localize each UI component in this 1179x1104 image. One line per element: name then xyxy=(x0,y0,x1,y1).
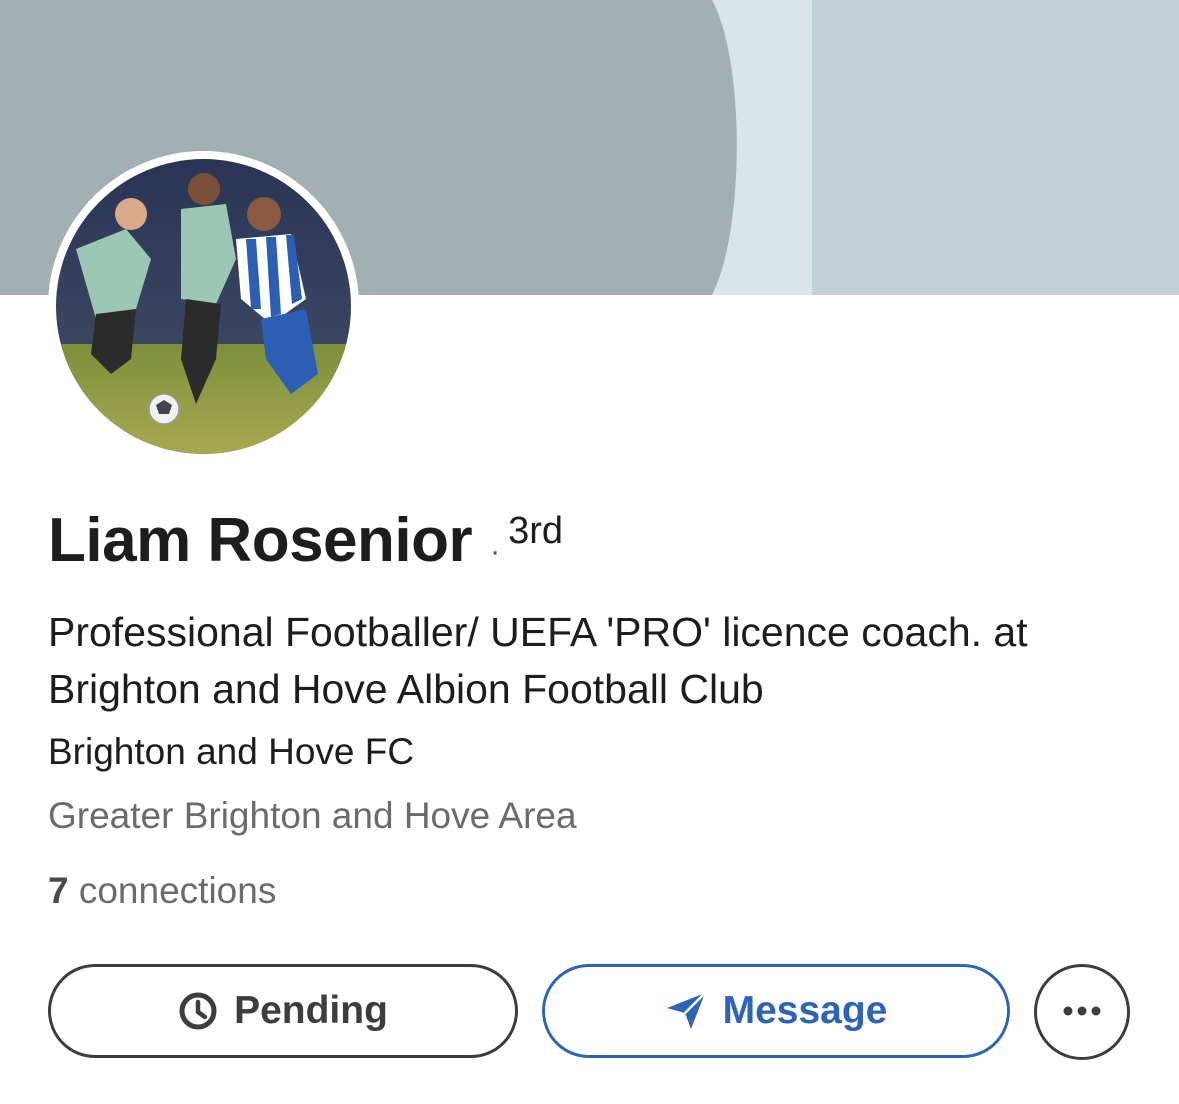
connections-link[interactable]: 7 connections xyxy=(48,870,276,912)
message-label: Message xyxy=(722,989,888,1032)
profile-avatar-frame xyxy=(48,151,359,462)
more-icon xyxy=(1062,1003,1102,1021)
clock-icon xyxy=(178,991,218,1031)
profile-name-row: Liam Rosenior · 3rd xyxy=(48,505,563,576)
degree-separator: · xyxy=(490,535,501,568)
connections-label: connections xyxy=(78,870,277,911)
profile-company: Brighton and Hove FC xyxy=(48,731,415,772)
pending-label: Pending xyxy=(234,989,388,1032)
pending-button[interactable]: Pending xyxy=(48,964,518,1058)
avatar[interactable] xyxy=(56,159,351,454)
message-button[interactable]: Message xyxy=(542,964,1010,1058)
more-button[interactable] xyxy=(1034,964,1130,1060)
profile-name: Liam Rosenior xyxy=(48,506,473,575)
connection-degree: 3rd xyxy=(508,510,564,552)
profile-location: Greater Brighton and Hove Area xyxy=(48,795,577,836)
profile-headline: Professional Footballer/ UEFA 'PRO' lice… xyxy=(48,609,1028,712)
connections-count: 7 xyxy=(48,870,69,911)
send-icon xyxy=(665,991,707,1031)
